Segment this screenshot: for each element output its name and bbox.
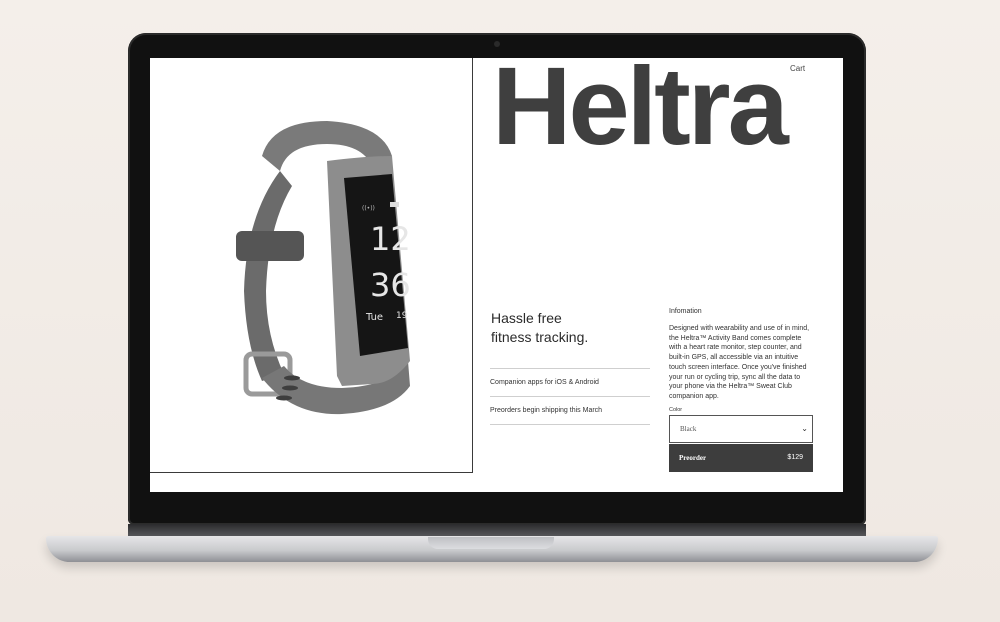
color-label: Color <box>669 407 683 413</box>
svg-text:((•)): ((•)) <box>362 205 375 212</box>
tagline-line-2: fitness tracking. <box>491 329 589 345</box>
tagline: Hassle free fitness tracking. <box>491 309 588 347</box>
color-select-value: Black <box>680 425 697 433</box>
tagline-line-1: Hassle free <box>491 310 562 326</box>
fitness-band-image: ((•)) 12 36 Tue 19 <box>236 121 411 415</box>
watch-date: 19 <box>396 311 408 321</box>
brand-title: Heltra <box>492 58 789 168</box>
laptop-notch <box>428 537 554 549</box>
chevron-down-icon: ⌄ <box>801 424 808 433</box>
price: $129 <box>787 454 803 461</box>
watch-day: Tue <box>365 312 383 323</box>
strap-keeper <box>236 231 304 261</box>
preorder-button[interactable]: Preorder $129 <box>669 444 813 472</box>
feature-item: Preorders begin shipping this March <box>490 396 650 425</box>
watch-hour: 12 <box>370 220 411 258</box>
battery-icon <box>390 202 399 207</box>
product-image-panel: ((•)) 12 36 Tue 19 <box>150 58 473 473</box>
preorder-label: Preorder <box>679 454 707 462</box>
info-description: Designed with wearability and use of in … <box>669 325 810 400</box>
watch-minute: 36 <box>370 266 411 304</box>
feature-item: Companion apps for iOS & Android <box>490 368 650 396</box>
cart-link[interactable]: Cart <box>790 64 805 73</box>
screen: ((•)) 12 36 Tue 19 Cart Heltra Hassle fr… <box>150 58 843 492</box>
feature-list: Companion apps for iOS & Android Preorde… <box>490 368 650 425</box>
webcam <box>494 41 500 47</box>
color-select[interactable]: Black ⌄ <box>669 415 813 443</box>
info-label: Infomation <box>669 308 702 315</box>
